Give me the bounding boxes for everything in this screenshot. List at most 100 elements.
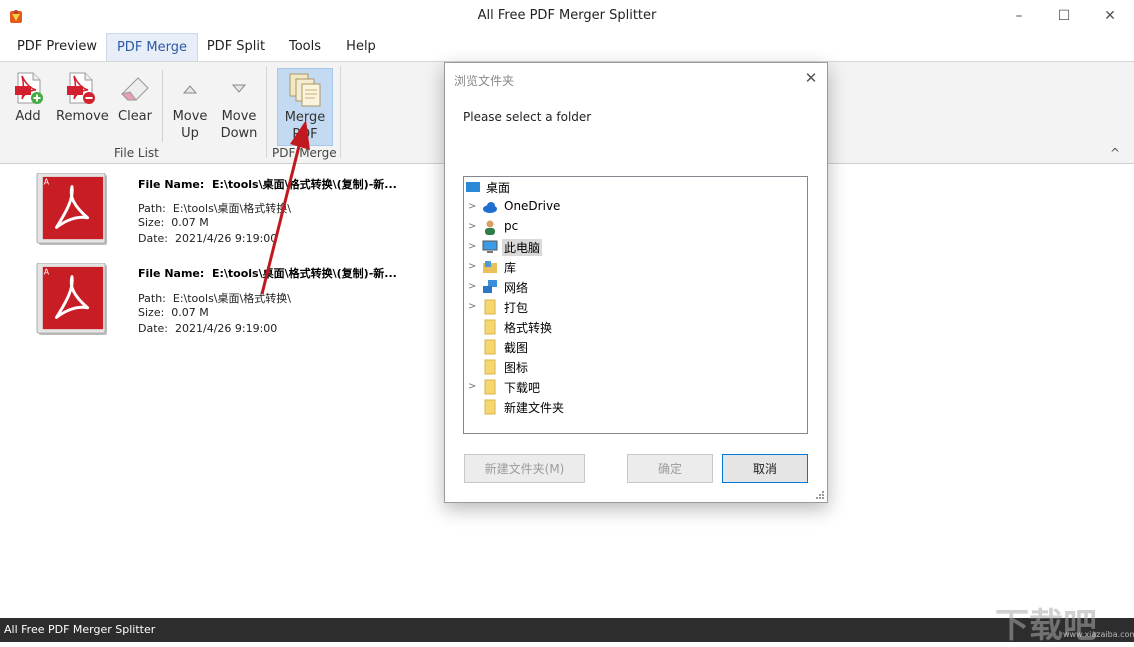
tree-item-label: 截图	[504, 341, 529, 355]
chevron-right-icon[interactable]: >	[468, 380, 478, 394]
file-size-label: Size:	[138, 216, 165, 229]
dialog-close-button[interactable]: ✕	[795, 63, 827, 93]
move-up-label-1: Move	[172, 109, 208, 124]
tab-pdf-split[interactable]: PDF Split	[200, 33, 272, 60]
menu-tabs: PDF Preview PDF Merge PDF Split Tools He…	[0, 33, 1134, 61]
clear-button[interactable]: Clear	[114, 68, 156, 144]
group-separator	[340, 66, 341, 158]
tree-item-label: 图标	[504, 361, 529, 375]
minimize-button[interactable]: –	[996, 0, 1042, 32]
triangle-down-icon	[231, 84, 247, 93]
file-list-item[interactable]: A File Name: E:\tools\桌面\格式转换\(复制)-新... …	[0, 262, 440, 348]
chevron-right-icon[interactable]: >	[468, 220, 478, 234]
add-label: Add	[15, 109, 41, 124]
tree-item-folder[interactable]: > 下载吧	[464, 377, 764, 397]
folder-tree[interactable]: 桌面 > OneDrive > pc > 此电脑 > 库 > 网络 > 打包 格…	[463, 176, 808, 434]
tree-item-label: 格式转换	[504, 321, 553, 335]
new-folder-button[interactable]: 新建文件夹(M)	[464, 454, 585, 483]
tree-item-label: 新建文件夹	[504, 401, 565, 415]
tree-item-network[interactable]: > 网络	[464, 277, 764, 297]
maximize-button[interactable]: ☐	[1041, 0, 1087, 32]
file-path-label: Path:	[138, 202, 166, 215]
tree-item-folder[interactable]: 格式转换	[464, 317, 764, 337]
chevron-right-icon[interactable]: >	[468, 260, 478, 274]
user-icon	[485, 220, 495, 235]
file-date: Date: 2021/4/26 9:19:00	[138, 322, 277, 335]
tree-item-library[interactable]: > 库	[464, 257, 764, 277]
tree-item-label: OneDrive	[504, 199, 561, 213]
cancel-button[interactable]: 取消	[722, 454, 808, 483]
move-up-button[interactable]: Move Up	[168, 68, 212, 144]
ribbon-separator	[162, 70, 163, 142]
pdf-file-icon: A	[36, 263, 108, 335]
tree-item-user[interactable]: > pc	[464, 217, 764, 237]
group-label-file-list: File List	[114, 146, 159, 160]
tab-pdf-preview[interactable]: PDF Preview	[12, 33, 102, 60]
tab-tools[interactable]: Tools	[280, 33, 330, 60]
window-title: All Free PDF Merger Splitter	[477, 8, 657, 23]
dialog-title: 浏览文件夹	[454, 74, 515, 88]
library-icon	[483, 261, 497, 273]
browse-folder-dialog: 浏览文件夹 ✕ Please select a folder 桌面 > OneD…	[444, 62, 828, 503]
tree-item-label: 此电脑	[502, 239, 543, 256]
ok-button[interactable]: 确定	[627, 454, 713, 483]
chevron-right-icon[interactable]: >	[468, 280, 478, 294]
tree-item-desktop[interactable]: 桌面	[464, 177, 764, 197]
svg-text:A: A	[44, 178, 50, 187]
file-size-label: Size:	[138, 306, 165, 319]
title-bar: All Free PDF Merger Splitter – ☐ ✕	[0, 0, 1134, 32]
folder-icon	[484, 339, 496, 355]
file-path-label: Path:	[138, 292, 166, 305]
status-text: All Free PDF Merger Splitter	[4, 623, 156, 636]
remove-label: Remove	[56, 109, 109, 124]
tree-item-folder[interactable]: 截图	[464, 337, 764, 357]
folder-icon	[484, 359, 496, 375]
collapse-ribbon-icon[interactable]: ^	[1110, 146, 1120, 160]
tree-item-label: pc	[504, 219, 519, 233]
tree-item-this-pc[interactable]: > 此电脑	[464, 237, 764, 257]
chevron-right-icon[interactable]: >	[468, 200, 478, 214]
status-bar: All Free PDF Merger Splitter	[0, 618, 1134, 642]
tab-help[interactable]: Help	[338, 33, 384, 60]
tab-pdf-merge[interactable]: PDF Merge	[106, 33, 198, 61]
tree-item-label: 网络	[504, 281, 529, 295]
tree-item-label: 打包	[504, 301, 529, 315]
maximize-icon: ☐	[1057, 8, 1071, 24]
add-button[interactable]: Add	[8, 68, 48, 144]
watermark-text: 下载吧	[995, 606, 1097, 646]
tree-item-folder[interactable]: 图标	[464, 357, 764, 377]
remove-pdf-icon	[67, 72, 95, 104]
file-size-value: 0.07 M	[171, 216, 209, 229]
file-date-label: Date:	[138, 232, 168, 245]
tree-item-folder[interactable]: > 打包	[464, 297, 764, 317]
close-button[interactable]: ✕	[1087, 0, 1133, 32]
desktop-icon	[466, 182, 480, 192]
add-pdf-icon	[15, 72, 43, 104]
triangle-up-icon	[182, 85, 198, 94]
close-icon: ✕	[804, 69, 818, 87]
eraser-icon	[121, 77, 149, 101]
file-list-item[interactable]: A File Name: E:\tools\桌面\格式转换\(复制)-新... …	[0, 172, 440, 258]
tree-item-label: 下载吧	[504, 381, 541, 395]
cloud-icon	[483, 202, 497, 213]
tree-item-onedrive[interactable]: > OneDrive	[464, 197, 764, 217]
tree-item-label: 桌面	[486, 181, 511, 195]
dialog-prompt: Please select a folder	[463, 110, 592, 124]
folder-icon	[484, 319, 496, 335]
watermark-url: www.xiazaiba.com	[1063, 630, 1134, 639]
pdf-file-icon: A	[36, 173, 108, 245]
folder-icon	[484, 399, 496, 415]
file-size: Size: 0.07 M	[138, 306, 209, 319]
tree-item-folder[interactable]: 新建文件夹	[464, 397, 764, 417]
file-date-label: Date:	[138, 322, 168, 335]
chevron-right-icon[interactable]: >	[468, 300, 478, 314]
resize-grip-icon[interactable]	[815, 490, 825, 500]
remove-button[interactable]: Remove	[56, 68, 109, 144]
folder-icon	[484, 379, 496, 395]
move-up-label-2: Up	[181, 126, 199, 141]
chevron-right-icon[interactable]: >	[468, 240, 478, 254]
file-date-value: 2021/4/26 9:19:00	[175, 322, 278, 335]
close-icon: ✕	[1104, 8, 1116, 24]
network-icon	[483, 280, 497, 293]
annotation-arrow	[260, 120, 310, 295]
